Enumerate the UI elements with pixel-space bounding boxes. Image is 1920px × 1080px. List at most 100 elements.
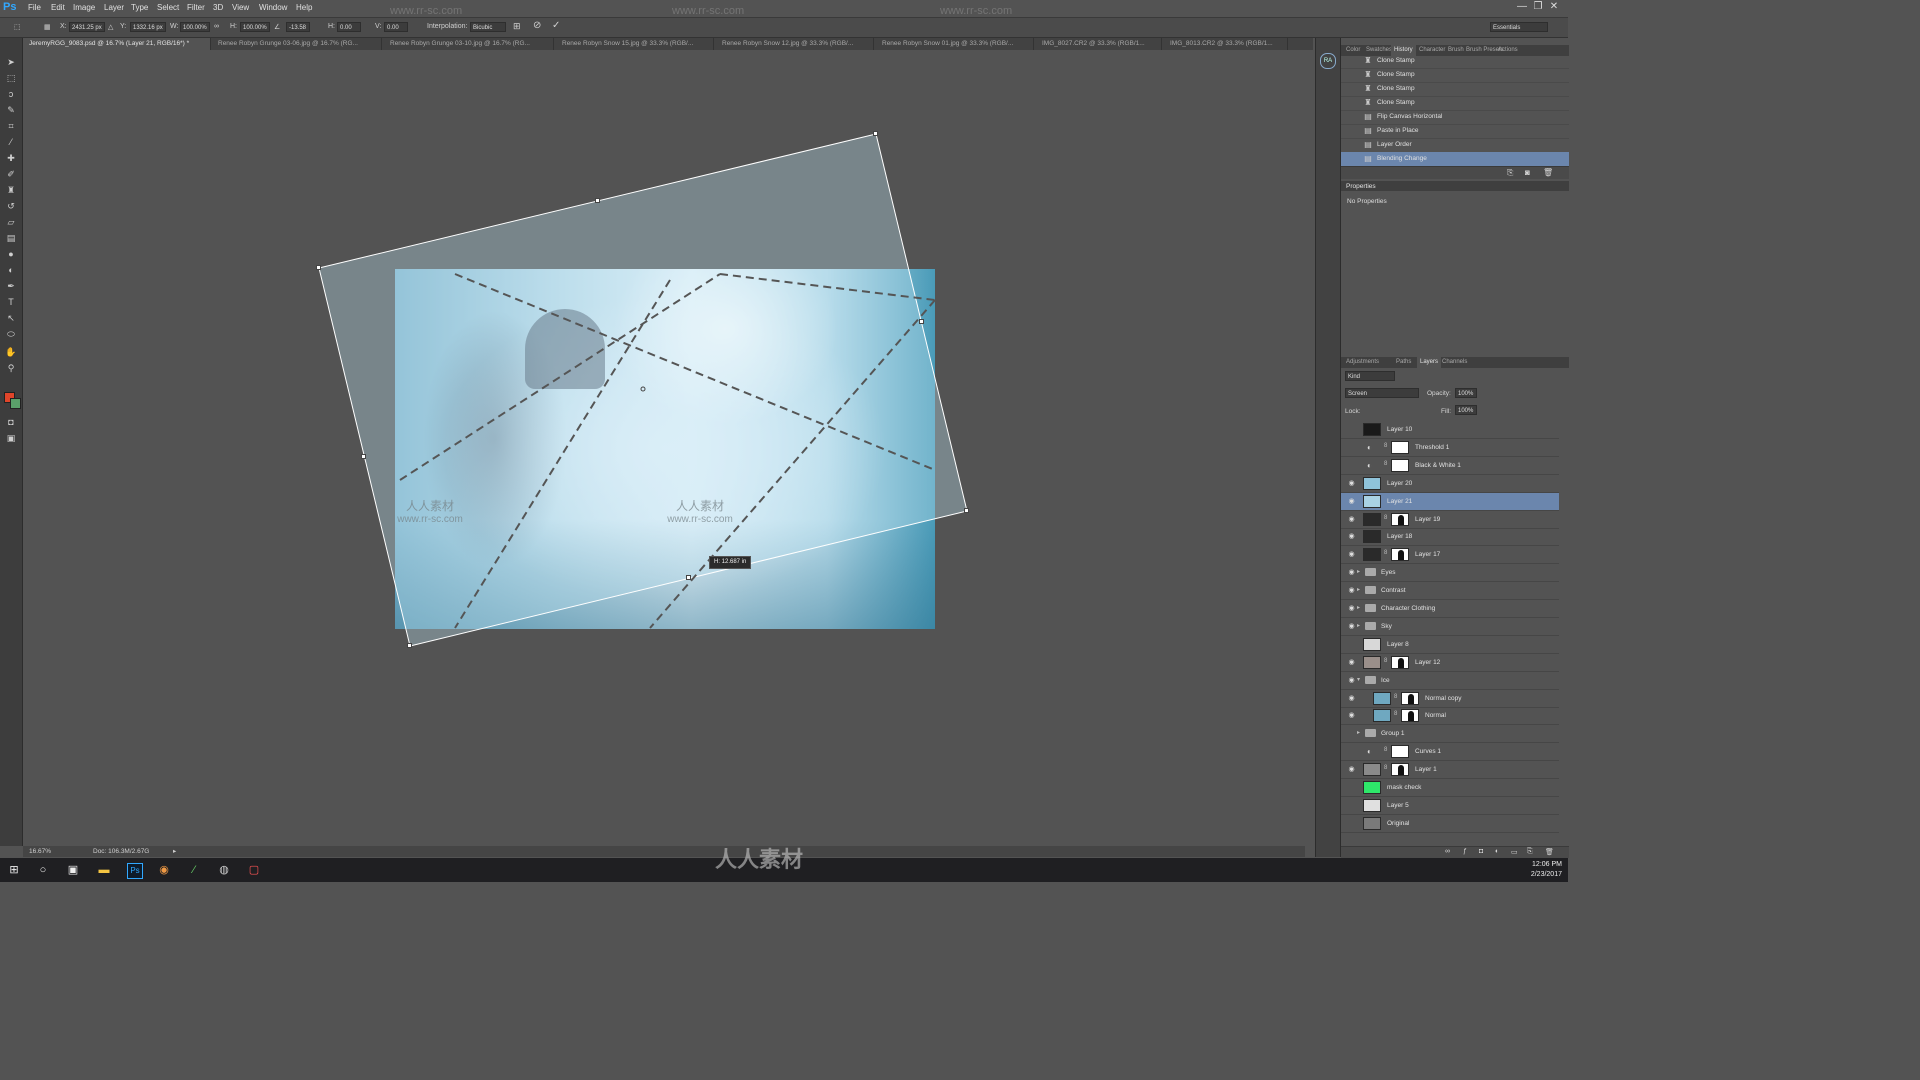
layer-thumbnail[interactable] [1363,655,1381,669]
collapsed-arrow-icon[interactable]: ▸ [1357,729,1360,736]
start-icon[interactable]: ⊞ [7,863,21,877]
layer-thumbnail[interactable] [1363,763,1381,777]
mask-link-icon[interactable]: 8 [1384,765,1387,771]
search-icon[interactable]: ○ [36,863,50,877]
quick-select-tool-icon[interactable]: ✎ [5,104,17,116]
app-icon[interactable]: ⁄ [187,863,201,877]
history-item[interactable]: ♜ Clone Stamp [1341,68,1569,83]
mask-link-icon[interactable]: 8 [1384,550,1387,556]
expanded-arrow-icon[interactable]: ▾ [1357,676,1360,683]
adjustment-layer-icon[interactable]: ◐ [1495,848,1499,855]
move-tool-icon[interactable]: ➤ [5,56,17,68]
workspace-select[interactable]: Essentials [1490,22,1548,32]
layer-row[interactable]: ◐ 8 Black & White 1 [1341,457,1559,475]
doc-tab[interactable]: IMG_8013.CR2 @ 33.3% (RGB/1... [1164,38,1288,50]
history-brush-tool-icon[interactable]: ↺ [5,200,17,212]
transform-handle[interactable] [686,575,691,580]
menu-help[interactable]: Help [296,3,312,12]
mask-link-icon[interactable]: 8 [1394,711,1397,717]
width-field[interactable]: 100.00% [180,22,210,32]
reference-point-icon[interactable]: ▦ [44,23,51,31]
history-item[interactable]: ♜ Clone Stamp [1341,54,1569,69]
menu-filter[interactable]: Filter [187,3,205,12]
fill-field[interactable]: 100% [1455,405,1477,415]
mask-link-icon[interactable]: 8 [1384,443,1387,449]
layer-mask-thumbnail[interactable] [1401,709,1419,723]
layer-thumbnail[interactable] [1363,548,1381,562]
height-field[interactable]: 100.00% [240,22,270,32]
history-item[interactable]: ♜ Clone Stamp [1341,96,1569,111]
visibility-eye-icon[interactable] [1347,747,1356,756]
zoom-level[interactable]: 16.67% [29,848,51,855]
history-item[interactable]: ▤ Blending Change [1341,152,1569,167]
transform-handle[interactable] [964,508,969,513]
history-item[interactable]: ▤ Flip Canvas Horizontal [1341,110,1569,125]
shape-tool-icon[interactable]: ⬭ [5,328,17,340]
visibility-eye-icon[interactable]: ◉ [1347,550,1356,559]
tab-layers[interactable]: Layers [1417,357,1442,368]
layer-row[interactable]: mask check [1341,779,1559,797]
doc-tab[interactable]: IMG_8027.CR2 @ 33.3% (RGB/1... [1036,38,1162,50]
pen-tool-icon[interactable]: ✒ [5,280,17,292]
blur-tool-icon[interactable]: ● [5,248,17,260]
layer-row[interactable]: ◉ 8 Normal copy [1341,690,1559,708]
layer-row[interactable]: ◉ 8 Layer 12 [1341,654,1559,672]
transform-handle[interactable] [595,198,600,203]
camera-icon[interactable]: ◙ [1525,168,1530,177]
transform-handle[interactable] [316,265,321,270]
visibility-eye-icon[interactable]: ◉ [1347,586,1356,595]
dodge-tool-icon[interactable]: ◐ [5,264,17,276]
opacity-field[interactable]: 100% [1455,388,1477,398]
chrome-icon[interactable]: ◉ [157,863,171,877]
layer-group-row[interactable]: ◉ ▸ Sky [1341,618,1559,636]
status-arrow-icon[interactable]: ▸ [173,847,176,855]
layer-row[interactable]: ◉ Layer 21 [1341,492,1559,511]
visibility-eye-icon[interactable]: ◉ [1347,694,1356,703]
layer-row[interactable]: ◉ 8 Layer 1 [1341,761,1559,780]
doc-tab[interactable]: Renee Robyn Snow 12.jpg @ 33.3% (RGB/... [716,38,874,50]
mask-link-icon[interactable]: 8 [1384,658,1387,664]
visibility-eye-icon[interactable]: ◉ [1347,604,1356,613]
restore-button[interactable]: ❐ [1530,1,1546,12]
delta-icon[interactable]: △ [108,23,113,31]
commit-transform-icon[interactable]: ✓ [552,20,560,31]
layer-row[interactable]: Layer 8 [1341,636,1559,654]
layer-group-row[interactable]: ◉ ▸ Eyes [1341,564,1559,583]
y-position-field[interactable]: 1332.16 px [130,22,166,32]
snapshot-icon[interactable]: ⎘ [1507,168,1513,178]
type-tool-icon[interactable]: T [5,296,17,308]
screen-mode-icon[interactable]: ▣ [5,432,17,444]
menu-window[interactable]: Window [259,3,287,12]
layer-mask-thumbnail[interactable] [1391,548,1409,562]
warp-icon[interactable]: ⊞ [513,21,521,32]
mask-link-icon[interactable]: 8 [1384,461,1387,467]
layer-row[interactable]: Layer 5 [1341,797,1559,815]
blend-mode-select[interactable]: Screen [1345,388,1419,398]
menu-select[interactable]: Select [157,3,179,12]
app-icon[interactable]: ◍ [217,863,231,877]
doc-size[interactable]: Doc: 106.3M/2.67G [93,848,149,855]
visibility-eye-icon[interactable] [1347,443,1356,452]
visibility-eye-icon[interactable]: ◉ [1347,676,1356,685]
layer-mask-thumbnail[interactable] [1391,763,1409,777]
layer-row[interactable]: ◉ 8 Layer 19 [1341,511,1559,529]
layer-row[interactable]: ◐ 8 Threshold 1 [1341,439,1559,457]
menu-3d[interactable]: 3D [213,3,223,12]
v-skew-field[interactable]: 0.00 [384,22,408,32]
transform-handle[interactable] [361,454,366,459]
mask-link-icon[interactable]: 8 [1384,747,1387,753]
layer-row[interactable]: ◉ 8 Layer 17 [1341,546,1559,565]
eraser-tool-icon[interactable]: ▱ [5,216,17,228]
lasso-tool-icon[interactable]: ↄ [5,88,17,100]
minimize-button[interactable]: — [1514,1,1530,12]
layer-thumbnail[interactable] [1363,423,1381,436]
layer-thumbnail[interactable] [1363,781,1381,794]
visibility-eye-icon[interactable] [1347,461,1356,470]
fx-icon[interactable]: ƒ [1463,848,1467,855]
layer-mask-thumbnail[interactable] [1391,512,1409,526]
visibility-eye-icon[interactable]: ◉ [1347,622,1356,631]
transform-handle[interactable] [873,131,878,136]
visibility-eye-icon[interactable]: ◉ [1347,515,1356,524]
layer-row[interactable]: Original [1341,815,1559,833]
visibility-eye-icon[interactable] [1347,425,1356,434]
